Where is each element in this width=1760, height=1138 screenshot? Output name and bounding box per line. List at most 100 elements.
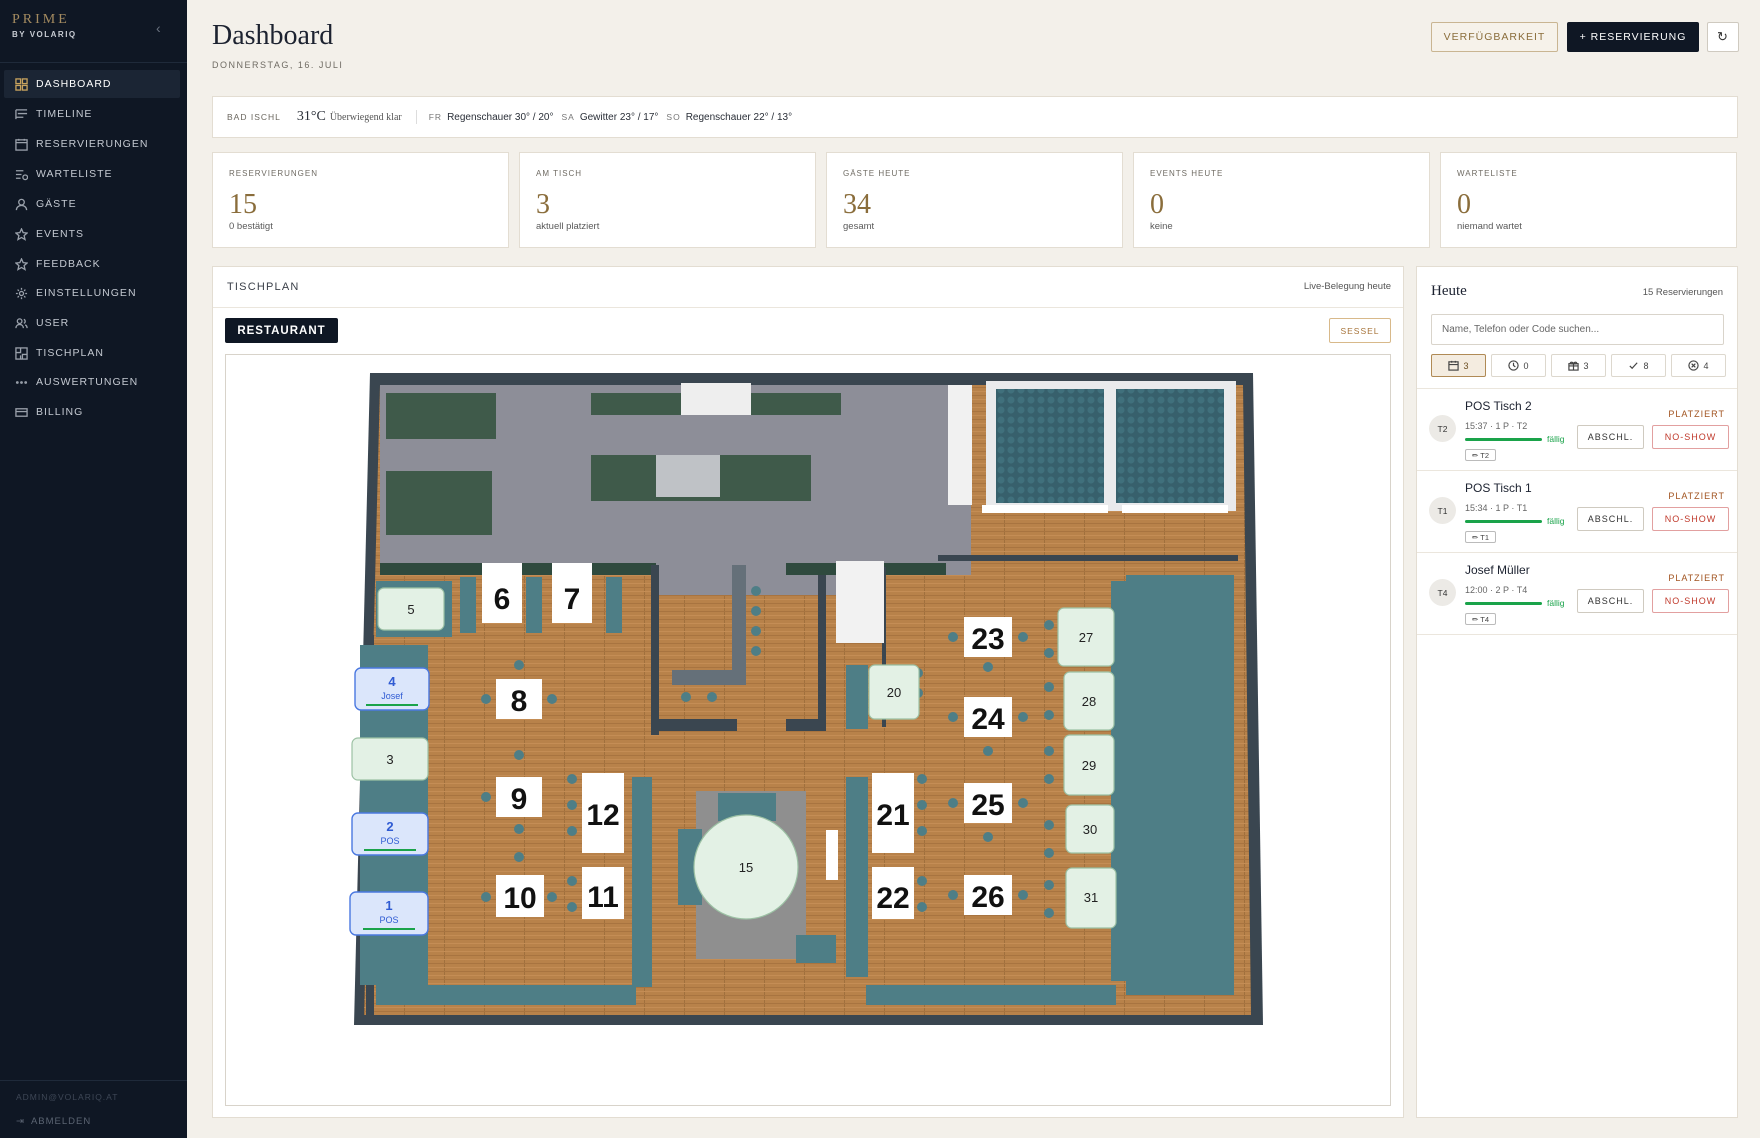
tischplan-card: TISCHPLAN Live-Belegung heute RESTAURANT…	[212, 266, 1404, 1118]
table-28[interactable]: 28	[1063, 671, 1115, 731]
refresh-button[interactable]: ↻	[1707, 22, 1739, 52]
forecast-day: SA	[561, 112, 575, 122]
sidebar-item-dashboard[interactable]: DASHBOARD	[4, 70, 180, 98]
filter-cancelled[interactable]: 4	[1671, 354, 1726, 377]
table-4[interactable]: 4 Josef	[354, 667, 430, 711]
printed-table-number: 25	[971, 789, 1004, 822]
page-title: Dashboard	[212, 20, 334, 51]
table-5[interactable]: 5	[377, 587, 445, 631]
logout-button[interactable]: ⇥ ABMELDEN	[16, 1116, 91, 1127]
reservation-name: POS Tisch 2	[1465, 399, 1532, 413]
table-29[interactable]: 29	[1063, 734, 1115, 796]
table-due-bar	[366, 704, 418, 706]
sidebar-item-billing[interactable]: BILLING	[4, 398, 180, 426]
kitchen-counter	[386, 471, 492, 535]
sidebar-item-events[interactable]: EVENTS	[4, 220, 180, 248]
due-label: fällig	[1547, 434, 1565, 444]
filter-done[interactable]: 8	[1611, 354, 1666, 377]
bench	[376, 985, 636, 1005]
booth-bench	[846, 777, 868, 977]
user-email: ADMIN@VOLARIQ.AT	[16, 1092, 119, 1102]
sidebar-item-label: RESERVIERUNGEN	[36, 138, 149, 150]
table-2[interactable]: 2 POS	[351, 812, 429, 856]
stat-sub: aktuell platziert	[536, 221, 600, 232]
availability-button[interactable]: VERFÜGBARKEIT	[1431, 22, 1558, 52]
filter-count: 3	[1463, 360, 1469, 371]
booth-seat	[526, 577, 542, 633]
table-27[interactable]: 27	[1057, 607, 1115, 667]
sessel-button[interactable]: SESSEL	[1329, 318, 1391, 343]
table-number: 30	[1083, 822, 1097, 837]
reservation-item[interactable]: T4 Josef Müller PLATZIERT 12:00 · 2 P · …	[1417, 553, 1737, 635]
gift-icon	[1568, 361, 1580, 371]
floor-plan-svg: 6 7 8 9 10 11 12 21 22 23 24 25 26 5 4 J…	[226, 355, 1390, 1105]
stat-card-events-heute: EVENTS HEUTE 0 keine	[1133, 152, 1430, 248]
table-tag[interactable]: ✏ T1	[1465, 531, 1496, 543]
sidebar-item-warteliste[interactable]: WARTELISTE	[4, 160, 180, 188]
table-20[interactable]: 20	[868, 664, 920, 720]
table-31[interactable]: 31	[1065, 867, 1117, 929]
forecast-text: Regenschauer 30° / 20°	[447, 111, 554, 123]
brand-logo[interactable]: PRIME BY VOLARIQ	[12, 12, 77, 39]
sidebar-item-label: FEEDBACK	[36, 258, 101, 270]
filter-count: 4	[1703, 360, 1709, 371]
stove	[656, 455, 720, 497]
table-tag[interactable]: ✏ T4	[1465, 613, 1496, 625]
logout-icon: ⇥	[16, 1116, 25, 1127]
table-tag[interactable]: ✏ T2	[1465, 449, 1496, 461]
new-reservation-button[interactable]: + RESERVIERUNG	[1567, 22, 1699, 52]
filter-waiting[interactable]: 0	[1491, 354, 1546, 377]
reservation-meta: 15:34 · 1 P · T1	[1465, 503, 1528, 513]
reservation-meta: 12:00 · 2 P · T4	[1465, 585, 1528, 595]
restroom-wall	[982, 505, 1108, 513]
no-show-button[interactable]: NO-SHOW	[1652, 507, 1729, 531]
sidebar-item-reservierungen[interactable]: RESERVIERUNGEN	[4, 130, 180, 158]
sidebar-item-tischplan[interactable]: TISCHPLAN	[4, 339, 180, 367]
sidebar-item-auswertungen[interactable]: AUSWERTUNGEN	[4, 368, 180, 396]
reservation-item[interactable]: T1 POS Tisch 1 PLATZIERT 15:34 · 1 P · T…	[1417, 471, 1737, 553]
sidebar-item-user[interactable]: USER	[4, 309, 180, 337]
printed-table-number: 10	[503, 882, 536, 915]
sidebar-item-feedback[interactable]: FEEDBACK	[4, 250, 180, 278]
no-show-button[interactable]: NO-SHOW	[1652, 589, 1729, 613]
due-progress-bar	[1465, 438, 1542, 441]
weather-location: BAD ISCHL	[227, 112, 281, 122]
stat-label: EVENTS HEUTE	[1150, 169, 1224, 178]
reservation-item[interactable]: T2 POS Tisch 2 PLATZIERT 15:37 · 1 P · T…	[1417, 389, 1737, 471]
status-badge: PLATZIERT	[1668, 573, 1725, 583]
panel-count: 15 Reservierungen	[1642, 287, 1723, 298]
kitchen-appliance	[681, 383, 751, 415]
table-guest: POS	[379, 915, 398, 925]
finish-button[interactable]: ABSCHL.	[1577, 589, 1644, 613]
service-station	[836, 561, 884, 643]
filter-reserved[interactable]: 3	[1431, 354, 1486, 377]
forecast-text: Regenschauer 22° / 13°	[685, 111, 793, 123]
avatar: T2	[1429, 415, 1456, 442]
sidebar-item-gaeste[interactable]: GÄSTE	[4, 190, 180, 218]
finish-button[interactable]: ABSCHL.	[1577, 507, 1644, 531]
timeline-icon	[14, 107, 28, 121]
reservation-name: Josef Müller	[1465, 563, 1530, 577]
sidebar-item-timeline[interactable]: TIMELINE	[4, 100, 180, 128]
tischplan-title: TISCHPLAN	[227, 281, 300, 293]
tab-restaurant[interactable]: RESTAURANT	[225, 318, 338, 343]
no-show-button[interactable]: NO-SHOW	[1652, 425, 1729, 449]
table-15[interactable]: 15	[693, 814, 799, 920]
printed-table-number: 22	[876, 882, 909, 915]
table-number: 31	[1084, 890, 1098, 905]
table-number: 28	[1082, 694, 1096, 709]
dots-icon	[14, 375, 28, 389]
stat-card-gaeste-heute: GÄSTE HEUTE 34 gesamt	[826, 152, 1123, 248]
filter-events[interactable]: 3	[1551, 354, 1606, 377]
table-number: 5	[407, 602, 414, 617]
weather-bar: BAD ISCHL 31°C Überwiegend klar FR Regen…	[212, 96, 1738, 138]
table-30[interactable]: 30	[1065, 804, 1115, 854]
printed-table-number: 21	[876, 799, 909, 832]
table-1[interactable]: 1 POS	[349, 891, 429, 936]
sidebar-item-einstellungen[interactable]: EINSTELLUNGEN	[4, 279, 180, 307]
finish-button[interactable]: ABSCHL.	[1577, 425, 1644, 449]
sidebar-item-label: WARTELISTE	[36, 168, 113, 180]
collapse-sidebar-icon[interactable]: ‹	[156, 20, 161, 36]
search-input[interactable]	[1431, 314, 1724, 345]
table-3[interactable]: 3	[351, 737, 429, 781]
